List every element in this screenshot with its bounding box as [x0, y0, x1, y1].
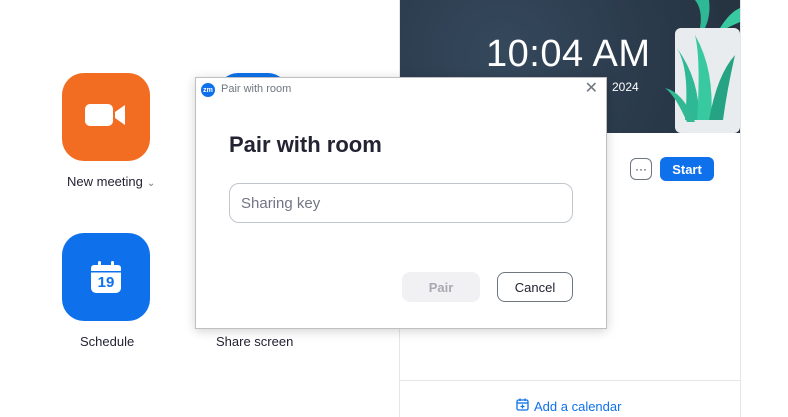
sharing-key-input[interactable]: [229, 183, 573, 223]
share-screen-label: Share screen: [216, 334, 294, 349]
calendar-icon: 19: [89, 259, 123, 295]
clock-date: 2024: [612, 80, 639, 94]
start-button[interactable]: Start: [660, 157, 714, 181]
more-options-button[interactable]: ···: [630, 158, 652, 180]
zoom-logo-icon: zm: [201, 83, 215, 97]
dialog-titlebar[interactable]: zm Pair with room ✕: [196, 78, 606, 102]
video-camera-icon: [83, 100, 129, 135]
schedule-button[interactable]: 19: [62, 233, 150, 321]
add-calendar-label[interactable]: Add a calendar: [534, 399, 621, 414]
schedule-label: Schedule: [80, 334, 135, 349]
new-meeting-button[interactable]: [62, 73, 150, 161]
pair-with-room-dialog: zm Pair with room ✕ Pair with room Pair …: [195, 77, 607, 329]
calendar-day: 19: [97, 274, 115, 291]
clock-time: 10:04 AM: [486, 33, 651, 75]
new-meeting-label[interactable]: New meeting ⌄: [67, 174, 155, 189]
plant-decoration: [665, 0, 740, 133]
dialog-heading: Pair with room: [229, 132, 382, 157]
chevron-down-icon[interactable]: ⌄: [147, 178, 155, 189]
dialog-window-title: Pair with room: [221, 83, 292, 95]
cancel-button[interactable]: Cancel: [497, 272, 573, 302]
close-icon[interactable]: ✕: [585, 80, 598, 98]
calendar-add-icon: [516, 398, 529, 414]
pair-button[interactable]: Pair: [402, 272, 480, 302]
add-calendar-link[interactable]: Add a calendar: [516, 398, 621, 414]
divider: [400, 380, 740, 381]
